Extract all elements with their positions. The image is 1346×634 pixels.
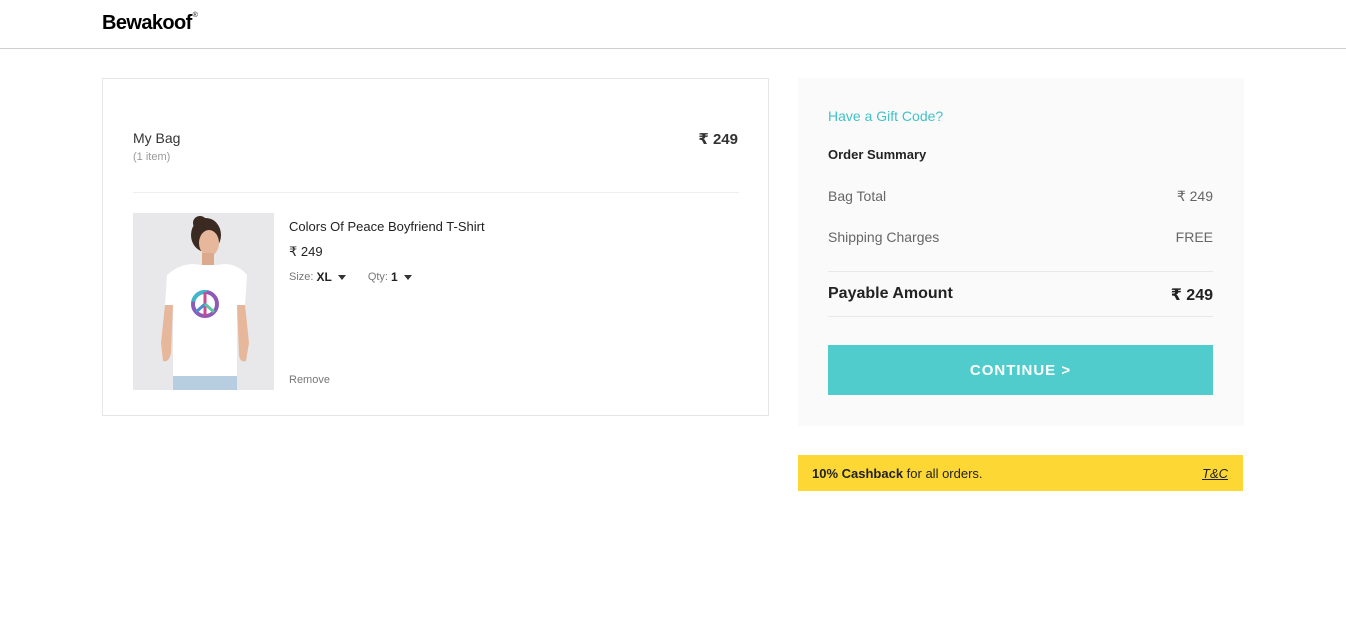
bag-title: My Bag <box>133 130 181 146</box>
qty-selector[interactable]: Qty: 1 <box>368 270 412 284</box>
payable-row: Payable Amount ₹ 249 <box>828 285 1213 305</box>
size-selector[interactable]: Size: XL <box>289 270 346 284</box>
product-options: Size: XL Qty: 1 <box>289 270 412 284</box>
product-name[interactable]: Colors Of Peace Boyfriend T-Shirt <box>289 219 485 234</box>
cashback-rest: for all orders. <box>903 466 983 481</box>
product-price: ₹ 249 <box>289 244 323 259</box>
order-summary-panel: Have a Gift Code? Order Summary Bag Tota… <box>798 78 1244 426</box>
cashback-text: 10% Cashback for all orders. <box>812 466 983 481</box>
site-header: Bewakoof® <box>0 0 1346 49</box>
cashback-highlight: 10% Cashback <box>812 466 904 481</box>
tshirt-model-illustration <box>133 213 274 390</box>
continue-button[interactable]: CONTINUE > <box>828 345 1213 395</box>
cashback-banner: 10% Cashback for all orders. T&C <box>798 455 1243 491</box>
size-label: Size: <box>289 271 314 283</box>
summary-divider <box>828 316 1213 317</box>
qty-value: 1 <box>390 270 398 284</box>
size-value: XL <box>316 270 332 284</box>
remove-item-link[interactable]: Remove <box>289 374 330 386</box>
bag-divider <box>133 192 739 193</box>
shipping-label: Shipping Charges <box>828 229 940 245</box>
payable-label: Payable Amount <box>828 285 953 302</box>
gift-code-link[interactable]: Have a Gift Code? <box>828 108 943 124</box>
bag-total-value: ₹ 249 <box>1176 188 1213 204</box>
shipping-value: FREE <box>1175 229 1213 245</box>
bewakoof-logo[interactable]: Bewakoof® <box>102 12 198 35</box>
bag-item-count: (1 item) <box>133 151 171 163</box>
order-summary-title: Order Summary <box>828 147 927 162</box>
summary-divider <box>828 271 1213 272</box>
bag-total-label: Bag Total <box>828 188 887 204</box>
bag-total-row: Bag Total ₹ 249 <box>828 188 1213 205</box>
terms-link[interactable]: T&C <box>1202 466 1228 481</box>
payable-value: ₹ 249 <box>1170 287 1213 304</box>
caret-down-icon <box>337 274 346 280</box>
bag-total-price: ₹ 249 <box>698 131 738 148</box>
caret-down-icon <box>403 274 412 280</box>
qty-label: Qty: <box>367 271 388 283</box>
shipping-row: Shipping Charges FREE <box>828 229 1213 245</box>
product-image[interactable] <box>133 213 274 390</box>
my-bag-panel: My Bag (1 item) ₹ 249 Colors Of Peace Bo… <box>102 78 769 416</box>
